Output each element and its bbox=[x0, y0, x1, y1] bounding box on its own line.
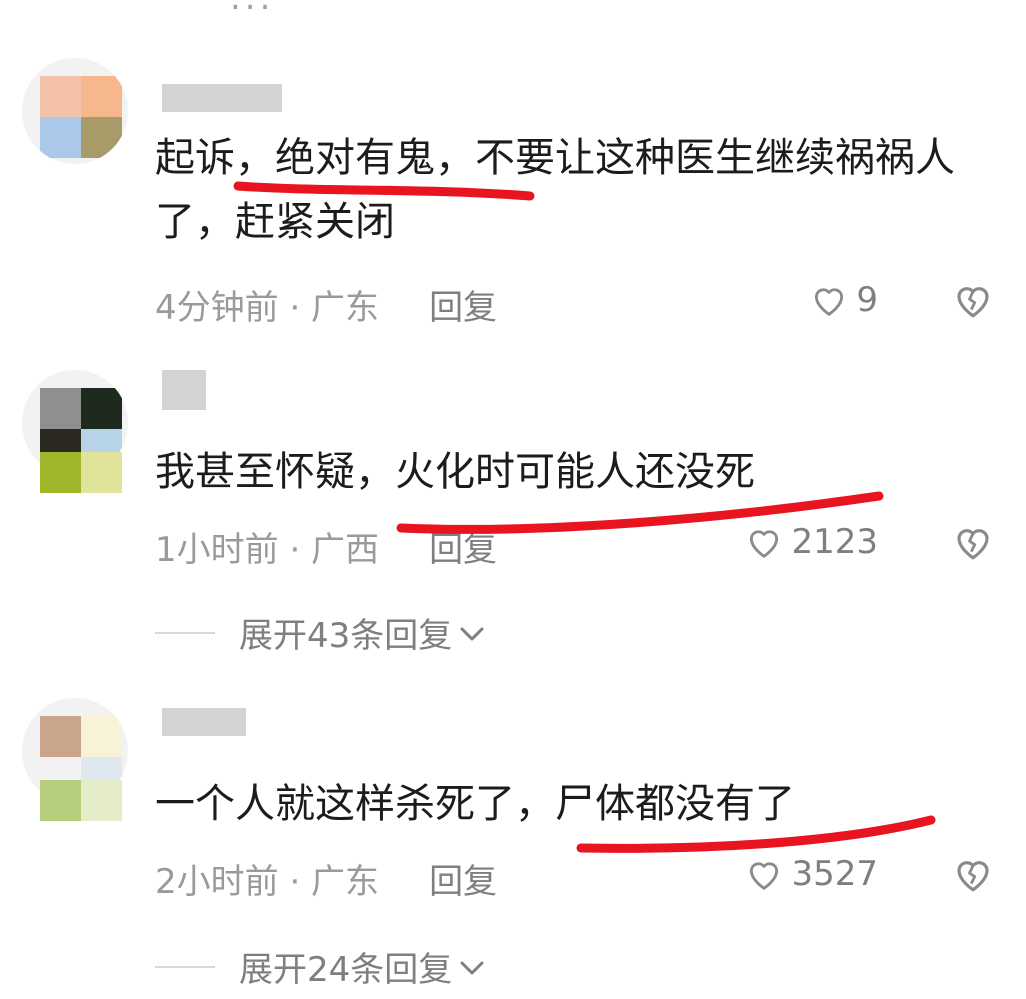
time-location: 2小时前 · 广东 bbox=[155, 862, 380, 902]
expand-replies-button[interactable]: 展开43条回复 bbox=[155, 608, 486, 657]
comment-meta: 1小时前 · 广西 回复 bbox=[155, 522, 497, 571]
expand-label: 展开43条回复 bbox=[239, 616, 453, 656]
username-blurred[interactable] bbox=[162, 370, 206, 410]
dislike-button[interactable] bbox=[952, 522, 994, 562]
time-location: 4分钟前 · 广东 bbox=[155, 288, 380, 328]
avatar-mosaic-tile bbox=[81, 452, 122, 493]
expand-replies-button[interactable]: 展开24条回复 bbox=[155, 942, 486, 991]
avatar-mosaic-tile bbox=[40, 452, 81, 493]
reply-button[interactable]: 回复 bbox=[429, 288, 497, 328]
reply-button[interactable]: 回复 bbox=[429, 862, 497, 902]
avatar[interactable] bbox=[22, 58, 128, 164]
comment-meta: 2小时前 · 广东 回复 bbox=[155, 854, 497, 903]
comment-item: 我甚至怀疑，火化时可能人还没死 1小时前 · 广西 回复 2123 展开43条回复 bbox=[0, 350, 1026, 670]
divider bbox=[155, 965, 215, 968]
reply-button[interactable]: 回复 bbox=[429, 530, 497, 570]
comment-meta: 4分钟前 · 广东 回复 bbox=[155, 280, 497, 329]
like-count: 3527 bbox=[791, 854, 878, 894]
dislike-button[interactable] bbox=[952, 854, 994, 894]
like-button[interactable]: 9 bbox=[810, 280, 878, 320]
broken-heart-icon bbox=[952, 280, 994, 320]
like-button[interactable]: 3527 bbox=[745, 854, 878, 894]
like-button[interactable]: 2123 bbox=[745, 522, 878, 562]
avatar-mosaic-tile bbox=[81, 780, 122, 821]
heart-icon bbox=[745, 524, 783, 560]
like-count: 2123 bbox=[791, 522, 878, 562]
comment-text: 我甚至怀疑，火化时可能人还没死 bbox=[155, 449, 755, 495]
comment-text: 起诉，绝对有鬼，不要让这种医生继续祸祸人了，赶紧关闭 bbox=[155, 135, 955, 245]
dislike-button[interactable] bbox=[952, 280, 994, 320]
username-blurred[interactable] bbox=[162, 708, 246, 736]
heart-icon bbox=[745, 856, 783, 892]
comment-item: 一个人就这样杀死了，尸体都没有了 2小时前 · 广东 回复 3527 展开24条回… bbox=[0, 670, 1026, 999]
divider bbox=[155, 631, 215, 634]
username-blurred[interactable] bbox=[162, 84, 282, 112]
comment-text: 一个人就这样杀死了，尸体都没有了 bbox=[155, 781, 795, 827]
comment-item: 起诉，绝对有鬼，不要让这种医生继续祸祸人了，赶紧关闭 4分钟前 · 广东 回复 9 bbox=[0, 0, 1026, 350]
chevron-down-icon bbox=[458, 947, 486, 987]
like-count: 9 bbox=[856, 280, 878, 320]
heart-icon bbox=[810, 282, 848, 318]
time-location: 1小时前 · 广西 bbox=[155, 530, 380, 570]
broken-heart-icon bbox=[952, 522, 994, 562]
broken-heart-icon bbox=[952, 854, 994, 894]
avatar-mosaic-tile bbox=[40, 780, 81, 821]
chevron-down-icon bbox=[458, 613, 486, 653]
expand-label: 展开24条回复 bbox=[239, 950, 453, 990]
